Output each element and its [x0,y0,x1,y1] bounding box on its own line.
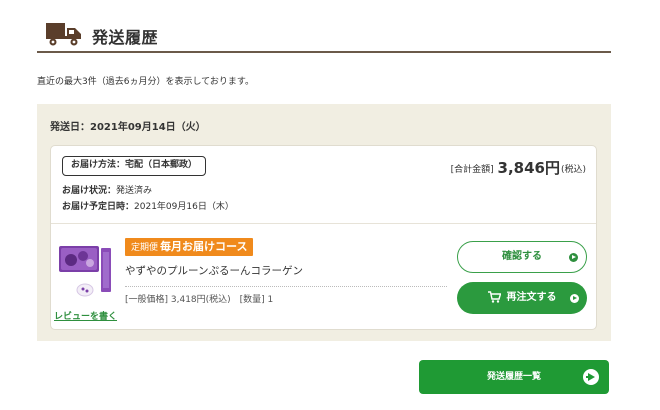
reorder-button-label: 再注文する [506,292,557,303]
product-name[interactable]: やずやのプルーンぷるーんコラーゲン [125,263,303,278]
ship-date: 発送日：2021年09月14日（火） [50,118,206,133]
ship-date-label: 発送日： [50,122,90,133]
shipment-panel: 発送日：2021年09月14日（火） お届け方法：宅配（日本郵政） お届け状況：… [37,104,611,341]
subscription-badge: 定期便 毎月お届けコース [125,238,254,256]
shipment-summary: お届け方法：宅配（日本郵政） お届け状況：発送済み お届け予定日時：2021年0… [51,146,596,224]
confirm-button-label: 確認する [502,251,542,262]
shipping-history-button[interactable]: 発送履歴一覧 [419,360,609,394]
delivery-status-value: 発送済み [116,186,153,196]
delivery-method-badge: お届け方法：宅配（日本郵政） [62,156,207,176]
delivery-eta-label: お届け予定日時： [62,202,135,212]
delivery-eta: お届け予定日時：2021年09月16日（木） [62,199,234,212]
chevron-right-icon [569,253,578,262]
product-image[interactable] [57,238,119,300]
tax-note: (税込) [560,165,586,175]
truck-icon [46,22,82,50]
chevron-right-icon [570,294,579,303]
shipment-card: お届け方法：宅配（日本郵政） お届け状況：発送済み お届け予定日時：2021年0… [50,145,597,330]
section-header: 発送履歴 [37,16,611,52]
header-divider [37,51,611,53]
reorder-button[interactable]: 再注文する [457,282,587,314]
shipping-history-label: 発送履歴一覧 [486,372,541,382]
page-title: 発送履歴 [92,28,159,47]
total-label: [合計金額] [450,165,494,175]
product-details: [一般価格] 3,418円(税込) [数量] 1 [125,286,447,305]
intro-text: 直近の最大3件（過去6ヵ月分）を表示しております。 [37,77,255,87]
arrow-right-icon [583,369,599,385]
review-link[interactable]: レビューを書く [54,309,117,322]
cart-icon [487,285,501,317]
total-amount: [合計金額] 3,846円(税込) [451,157,586,178]
confirm-button[interactable]: 確認する [457,241,587,273]
delivery-eta-value: 2021年09月16日（木） [134,202,234,212]
ship-date-value: 2021年09月14日（火） [90,122,206,133]
delivery-status: お届け状況：発送済み [62,183,152,196]
total-value: 3,846円 [497,159,560,177]
subscription-badge-big: 毎月お届けコース [160,240,248,253]
delivery-status-label: お届け状況： [62,186,117,196]
subscription-badge-small: 定期便 [131,243,159,253]
